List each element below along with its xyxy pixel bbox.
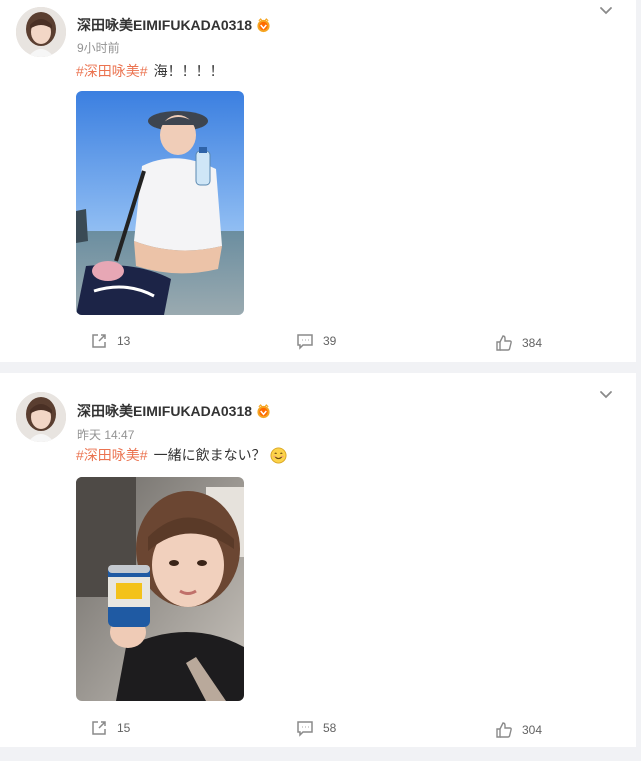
share-count: 13 bbox=[117, 334, 131, 348]
vip-badge-icon bbox=[257, 17, 270, 32]
username[interactable]: 深田咏美EIMIFUKADA0318 bbox=[77, 401, 271, 421]
avatar[interactable] bbox=[16, 7, 66, 57]
like-button[interactable]: 304 bbox=[495, 721, 542, 739]
chevron-down-icon[interactable] bbox=[598, 5, 614, 17]
post-text: 一緒に飲まない？ bbox=[153, 447, 266, 463]
chevron-down-icon[interactable] bbox=[598, 389, 614, 401]
hashtag-link[interactable]: #深田咏美# bbox=[76, 445, 148, 465]
weibo-feed: 深田咏美EIMIFUKADA0318 9小时前 #深田咏美# 海！！！！ 13 … bbox=[0, 0, 641, 761]
post-time[interactable]: 昨天 14:47 bbox=[77, 426, 134, 443]
like-button[interactable]: 384 bbox=[495, 334, 542, 352]
post-actions: 13 39 384 bbox=[0, 332, 636, 356]
post-content: #深田咏美# 海！！！！ bbox=[76, 61, 224, 81]
comment-count: 58 bbox=[323, 721, 337, 735]
post-actions: 15 58 304 bbox=[0, 719, 636, 743]
post-photo[interactable] bbox=[76, 477, 244, 701]
username-text[interactable]: 深田咏美EIMIFUKADA0318 bbox=[77, 15, 252, 35]
post-content: #深田咏美# 一緒に飲まない？ bbox=[76, 445, 287, 465]
username-text[interactable]: 深田咏美EIMIFUKADA0318 bbox=[77, 401, 252, 421]
thumbs-up-icon bbox=[496, 722, 512, 738]
hashtag-link[interactable]: #深田咏美# bbox=[76, 61, 148, 81]
comment-icon bbox=[297, 721, 313, 737]
avatar[interactable] bbox=[16, 392, 66, 442]
share-count: 15 bbox=[117, 721, 131, 735]
vip-badge-icon bbox=[257, 403, 270, 418]
comment-button[interactable]: 58 bbox=[296, 719, 336, 737]
comment-count: 39 bbox=[323, 334, 337, 348]
share-icon bbox=[92, 721, 106, 735]
like-count: 304 bbox=[522, 723, 543, 737]
share-button[interactable]: 13 bbox=[90, 332, 130, 350]
post-time[interactable]: 9小时前 bbox=[77, 39, 120, 56]
username[interactable]: 深田咏美EIMIFUKADA0318 bbox=[77, 15, 271, 35]
post-text: 海！！！！ bbox=[153, 63, 224, 79]
comment-button[interactable]: 39 bbox=[296, 332, 336, 350]
share-button[interactable]: 15 bbox=[90, 719, 130, 737]
post-card: 深田咏美EIMIFUKADA0318 9小时前 #深田咏美# 海！！！！ 13 … bbox=[0, 0, 636, 362]
post-photo[interactable] bbox=[76, 91, 244, 315]
smile-emoji-icon bbox=[270, 446, 287, 464]
like-count: 384 bbox=[522, 336, 543, 350]
share-icon bbox=[92, 334, 106, 348]
comment-icon bbox=[297, 334, 313, 350]
post-card: 深田咏美EIMIFUKADA0318 昨天 14:47 #深田咏美# 一緒に飲ま… bbox=[0, 373, 636, 747]
thumbs-up-icon bbox=[496, 335, 512, 351]
